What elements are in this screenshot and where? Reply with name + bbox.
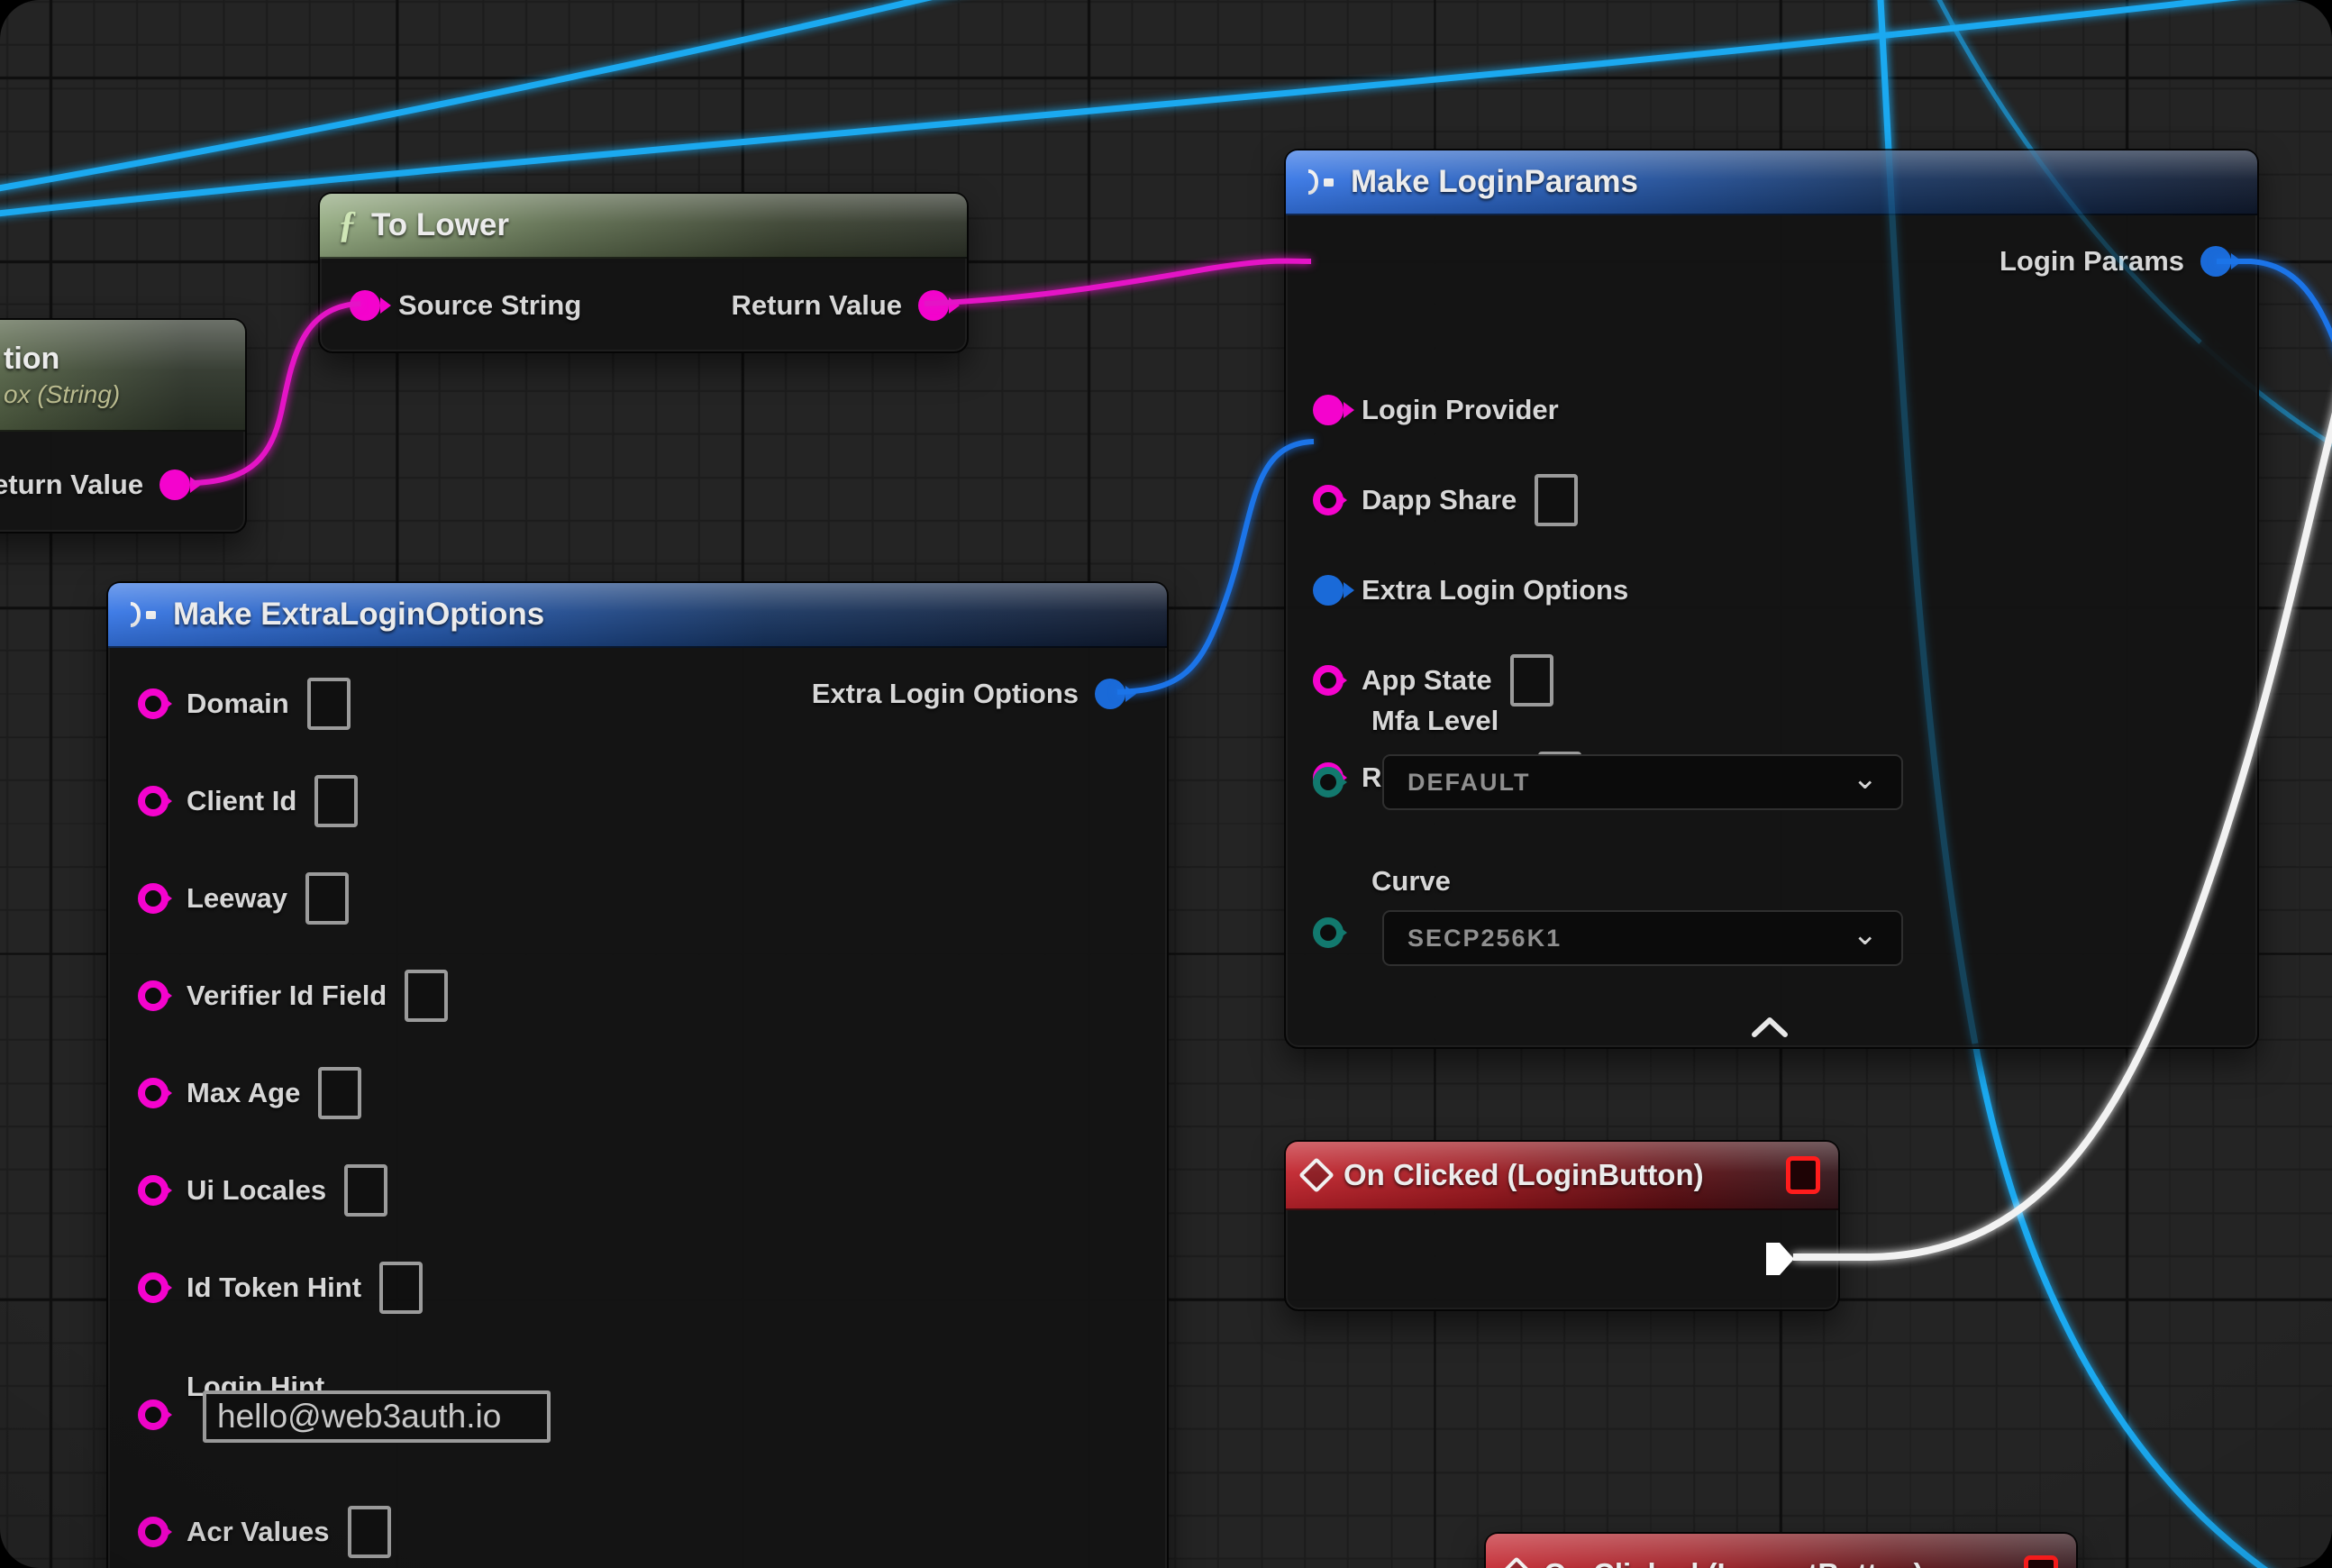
- node-make-extra-login-options[interactable]: Make ExtraLoginOptions Domain Client Id Le…: [106, 581, 1169, 1568]
- pin-label-return-value-fragment: eturn Value: [0, 469, 143, 501]
- value-box-acr-values[interactable]: [348, 1506, 391, 1558]
- pin-label-login-provider: Login Provider: [1362, 394, 1559, 426]
- node-title-fragment: tion: [4, 342, 59, 377]
- value-box-ui-locales[interactable]: [344, 1164, 387, 1217]
- event-icon: [1498, 1556, 1535, 1568]
- pin-row-client-id: Client Id: [138, 777, 358, 825]
- pin-extra-login-options-in[interactable]: [1313, 575, 1344, 606]
- value-box-client-id[interactable]: [314, 775, 358, 827]
- pin-ui-locales[interactable]: [138, 1175, 169, 1206]
- pin-label-curve: Curve: [1371, 865, 1451, 898]
- collapse-node-button[interactable]: [1752, 1017, 1788, 1037]
- pin-verifier-id-field[interactable]: [138, 980, 169, 1011]
- make-struct-icon: [1304, 169, 1336, 196]
- pin-extra-login-options-out[interactable]: [1095, 679, 1125, 709]
- node-getter-partial[interactable]: tion ox (String) eturn Value: [0, 318, 247, 533]
- pin-max-age[interactable]: [138, 1078, 169, 1108]
- pin-label-extra-login-options-out: Extra Login Options: [812, 678, 1079, 710]
- mfa-level-dropdown[interactable]: DEFAULT ⌄: [1382, 754, 1903, 810]
- value-box-id-token-hint[interactable]: [379, 1262, 423, 1314]
- node-title: To Lower: [371, 207, 509, 243]
- pin-row-id-token-hint: Id Token Hint: [138, 1263, 423, 1312]
- login-hint-value: hello@web3auth.io: [217, 1398, 501, 1436]
- curve-dropdown[interactable]: SECP256K1 ⌄: [1382, 910, 1903, 966]
- login-hint-input[interactable]: hello@web3auth.io: [203, 1390, 551, 1443]
- value-box-max-age[interactable]: [318, 1067, 361, 1119]
- value-box-verifier-id-field[interactable]: [405, 970, 448, 1022]
- pin-label-app-state: App State: [1362, 664, 1492, 697]
- pin-login-hint[interactable]: [138, 1399, 169, 1430]
- mfa-level-value: DEFAULT: [1407, 769, 1531, 797]
- node-subtitle-fragment: ox (String): [4, 380, 120, 409]
- pin-app-state[interactable]: [1313, 665, 1344, 696]
- pin-mfa-level[interactable]: [1313, 767, 1344, 798]
- node-to-lower[interactable]: ƒ To Lower Source String Return Value: [318, 192, 969, 353]
- blueprint-graph-canvas[interactable]: tion ox (String) eturn Value ƒ To Lower …: [0, 0, 2332, 1568]
- wire-cyan-top-a[interactable]: [0, 0, 980, 193]
- pin-label-mfa-level: Mfa Level: [1371, 705, 1498, 737]
- pin-login-provider[interactable]: [1313, 395, 1344, 425]
- pin-row-verifier-id-field: Verifier Id Field: [138, 971, 448, 1020]
- pin-row-acr-values: Acr Values: [138, 1508, 391, 1556]
- pin-dapp-share[interactable]: [1313, 485, 1344, 515]
- node-title: On Clicked (LoginButton): [1344, 1158, 1704, 1192]
- pin-label-source-string: Source String: [398, 289, 581, 322]
- node-title: Make LoginParams: [1351, 164, 1638, 200]
- wire-tolower-to-login-provider[interactable]: [925, 261, 1311, 304]
- pin-label-verifier-id-field: Verifier Id Field: [187, 980, 387, 1012]
- pin-row-max-age: Max Age: [138, 1069, 361, 1117]
- pin-return-value[interactable]: [918, 290, 949, 321]
- pin-label-acr-values: Acr Values: [187, 1516, 330, 1548]
- event-icon: [1298, 1157, 1335, 1193]
- make-struct-icon: [126, 601, 159, 628]
- value-box-app-state[interactable]: [1510, 654, 1553, 707]
- pin-label-login-params-out: Login Params: [2000, 245, 2184, 278]
- node-title: On Clicked (LogoutButton): [1544, 1557, 1924, 1568]
- node-title: Make ExtraLoginOptions: [173, 597, 544, 633]
- pin-label-id-token-hint: Id Token Hint: [187, 1272, 361, 1304]
- function-icon: ƒ: [338, 206, 357, 244]
- pin-login-params-out[interactable]: [2200, 246, 2231, 277]
- pin-label-leeway: Leeway: [187, 882, 287, 915]
- curve-value: SECP256K1: [1407, 925, 1562, 953]
- delegate-red-square-icon[interactable]: [2024, 1555, 2058, 1568]
- pin-label-max-age: Max Age: [187, 1077, 300, 1109]
- pin-curve[interactable]: [1313, 917, 1344, 948]
- value-box-domain[interactable]: [307, 678, 351, 730]
- node-on-clicked-logout-button[interactable]: On Clicked (LogoutButton): [1484, 1532, 2078, 1568]
- pin-label-client-id: Client Id: [187, 785, 296, 817]
- pin-client-id[interactable]: [138, 786, 169, 816]
- node-on-clicked-login-button[interactable]: On Clicked (LoginButton): [1284, 1140, 1840, 1311]
- pin-row-domain: Domain: [138, 679, 351, 728]
- node-make-login-params[interactable]: Make LoginParams Login Provider Dapp Sha…: [1284, 149, 2259, 1049]
- pin-label-extra-login-options-in: Extra Login Options: [1362, 574, 1628, 606]
- pin-id-token-hint[interactable]: [138, 1272, 169, 1303]
- pin-row-leeway: Leeway: [138, 874, 349, 923]
- pin-label-ui-locales: Ui Locales: [187, 1174, 326, 1207]
- pin-label-dapp-share: Dapp Share: [1362, 484, 1517, 516]
- pin-return-value-out[interactable]: [159, 469, 190, 500]
- pin-row-ui-locales: Ui Locales: [138, 1166, 387, 1215]
- pin-leeway[interactable]: [138, 883, 169, 914]
- pin-domain[interactable]: [138, 688, 169, 719]
- delegate-red-square-icon[interactable]: [1786, 1156, 1820, 1194]
- value-box-dapp-share[interactable]: [1535, 474, 1578, 526]
- pin-acr-values[interactable]: [138, 1517, 169, 1547]
- pin-label-domain: Domain: [187, 688, 289, 720]
- pin-source-string[interactable]: [350, 290, 380, 321]
- value-box-leeway[interactable]: [305, 872, 349, 925]
- exec-output-pin[interactable]: [1766, 1243, 1795, 1275]
- pin-label-return-value: Return Value: [732, 289, 903, 322]
